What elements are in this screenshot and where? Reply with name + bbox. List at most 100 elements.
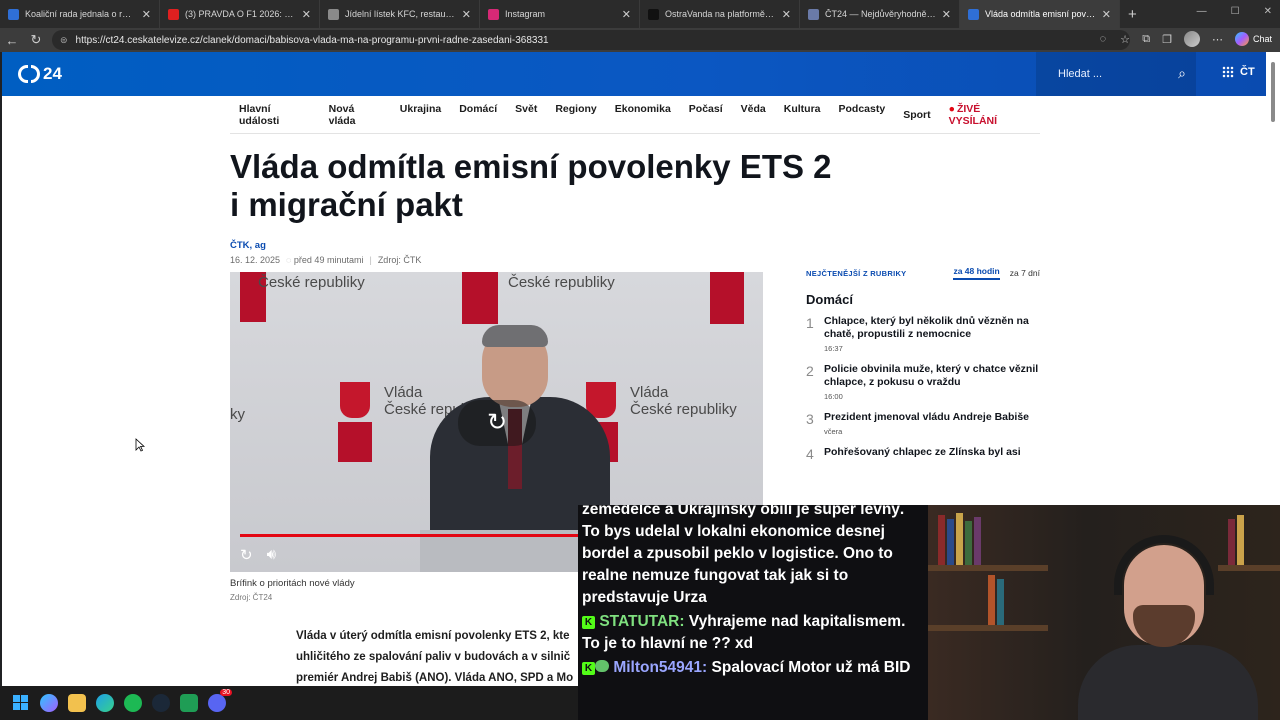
tab-title: Jídelní lístek KFC, restaurace, onlin — [345, 9, 456, 19]
video-controls: ↻ 🔊︎ — [240, 546, 276, 564]
browser-tab[interactable]: (3) PRAVDA O F1 2026: Kompletní ✕ — [160, 0, 320, 28]
tab-title: ČT24 — Nejdůvěryhodnější zprav — [825, 9, 936, 19]
copilot-chat-button[interactable]: Chat — [1234, 32, 1272, 46]
chat-message-text: Spalovací Motor už má BID — [711, 659, 911, 676]
more-menu-icon[interactable]: ⋯ — [1212, 33, 1223, 46]
ct-menu-button[interactable]: ČT — [1222, 66, 1255, 78]
nav-item[interactable]: Hlavní události — [230, 103, 320, 127]
browser-tab[interactable]: Jídelní lístek KFC, restaurace, onlin ✕ — [320, 0, 480, 28]
article-date: 16. 12. 2025 — [230, 255, 281, 265]
most-read-item[interactable]: 2 Policie obvinila muže, který v chatce v… — [806, 363, 1040, 401]
apps-grid-icon — [1222, 66, 1234, 78]
minimize-icon[interactable]: — — [1197, 6, 1207, 17]
nav-sport[interactable]: Sport — [894, 109, 939, 121]
tab-strip: Koaliční rada jednala o rozpočtu i✕(3) P… — [0, 0, 1280, 28]
close-tab-icon[interactable]: ✕ — [1102, 8, 1111, 21]
new-tab-button[interactable]: + — [1128, 6, 1137, 23]
close-tab-icon[interactable]: ✕ — [302, 8, 311, 21]
nav-item[interactable]: Regiony — [546, 103, 605, 127]
nav-item[interactable]: Věda — [732, 103, 775, 127]
most-read-item[interactable]: 3 Prezident jmenoval vládu Andreje Babiše… — [806, 411, 1040, 436]
file-explorer-icon[interactable] — [68, 694, 86, 712]
browser-toolbar: ← ↻ ⊜ https://ct24.ceskatelevize.cz/clan… — [0, 28, 1280, 52]
spotify-icon[interactable] — [124, 694, 142, 712]
toolbar-right: ⧉ ❐ ⋯ Chat — [1142, 31, 1272, 47]
item-title[interactable]: Chlapce, který byl několik dnů vězněn na… — [824, 315, 1040, 341]
tab-title: (3) PRAVDA O F1 2026: Kompletní — [185, 9, 296, 19]
maximize-icon[interactable]: ☐ — [1231, 6, 1240, 17]
site-info-icon[interactable]: ⊜ — [60, 35, 68, 46]
replay-overlay-icon[interactable]: ↻ — [458, 400, 536, 446]
backdrop-text: České republiky — [258, 274, 365, 291]
tab-title: Vláda odmítla emisní povolenky — [985, 9, 1096, 19]
url-text: https://ct24.ceskatelevize.cz/clanek/dom… — [75, 34, 549, 46]
site-search-input[interactable]: Hledat ... ⌕ — [1036, 52, 1196, 96]
discord-icon[interactable]: 30 — [208, 689, 232, 712]
close-tab-icon[interactable]: ✕ — [942, 8, 951, 21]
back-icon[interactable]: ← — [0, 33, 24, 48]
nav-item[interactable]: Počasí — [680, 103, 732, 127]
tab-title: OstraVanda na platformě X: „Filip — [665, 9, 776, 19]
tab-favicon-icon — [808, 8, 819, 20]
extensions-icon[interactable]: ⧉ — [1142, 33, 1150, 46]
reader-mode-icon[interactable]: ◌ — [1100, 33, 1107, 46]
nav-item[interactable]: Svět — [506, 103, 546, 127]
item-time: 16:00 — [824, 392, 843, 401]
taskbar: 30 — [0, 686, 578, 720]
nav-item[interactable]: Podcasty — [830, 103, 895, 127]
close-tab-icon[interactable]: ✕ — [782, 8, 791, 21]
nav-item[interactable]: Ukrajina — [391, 103, 450, 127]
item-title[interactable]: Policie obvinila muže, který v chatce vě… — [824, 363, 1040, 389]
close-tab-icon[interactable]: ✕ — [462, 8, 471, 21]
nav-item[interactable]: Kultura — [775, 103, 830, 127]
tab-favicon-icon — [168, 8, 179, 20]
profile-avatar[interactable] — [1183, 31, 1200, 47]
windows-start-icon[interactable] — [12, 694, 30, 712]
browser-tab[interactable]: Vláda odmítla emisní povolenky ✕ — [960, 0, 1120, 28]
scrollbar-thumb[interactable] — [1271, 62, 1275, 122]
steam-icon[interactable] — [152, 694, 170, 712]
chat-text: zemědělce a Ukrajinský obilí je super le… — [582, 505, 905, 518]
item-title[interactable]: Prezident jmenoval vládu Andreje Babiše — [824, 411, 1040, 424]
chat-username: STATUTAR: — [599, 613, 685, 630]
tab-7-days[interactable]: za 7 dní — [1010, 268, 1040, 278]
flag-banner — [462, 272, 498, 324]
close-tab-icon[interactable]: ✕ — [622, 8, 631, 21]
green-app-icon[interactable] — [180, 694, 198, 712]
copilot-icon[interactable] — [40, 694, 58, 712]
browser-tab[interactable]: ČT24 — Nejdůvěryhodnější zprav ✕ — [800, 0, 960, 28]
backdrop-text: ky — [230, 406, 245, 423]
nav-item[interactable]: Ekonomika — [606, 103, 680, 127]
browser-tab[interactable]: Koaliční rada jednala o rozpočtu i ✕ — [0, 0, 160, 28]
item-rank: 1 — [806, 315, 814, 331]
favorite-star-icon[interactable]: ☆ — [1120, 33, 1130, 46]
nav-item[interactable]: Nová vláda — [320, 103, 391, 127]
ct24-logo[interactable]: 24 — [18, 64, 62, 84]
item-title[interactable]: Pohřešovaný chlapec ze Zlínska byl asi — [824, 446, 1040, 459]
volume-icon[interactable]: 🔊︎ — [267, 546, 276, 564]
collections-icon[interactable]: ❐ — [1162, 33, 1172, 46]
tab-48-hours[interactable]: za 48 hodin — [953, 266, 1000, 280]
close-tab-icon[interactable]: ✕ — [142, 8, 151, 21]
live-dot-icon: ● — [948, 102, 955, 115]
item-time: 16:37 — [824, 344, 843, 353]
most-read-item[interactable]: 4 Pohřešovaný chlapec ze Zlínska byl asi — [806, 446, 1040, 462]
article-authors[interactable]: ČTK, ag — [230, 240, 266, 251]
browser-tab[interactable]: OstraVanda na platformě X: „Filip ✕ — [640, 0, 800, 28]
address-bar[interactable]: ⊜ https://ct24.ceskatelevize.cz/clanek/d… — [52, 30, 1130, 50]
stream-overlay: zemědělce a Ukrajinský obilí je super le… — [578, 505, 1280, 720]
browser-tab[interactable]: Instagram ✕ — [480, 0, 640, 28]
most-read-item[interactable]: 1 Chlapce, který byl několik dnů vězněn n… — [806, 315, 1040, 353]
nav-item[interactable]: Domácí — [450, 103, 506, 127]
search-icon[interactable]: ⌕ — [1178, 65, 1186, 82]
edge-icon[interactable] — [96, 694, 114, 712]
nav-items: Hlavní události Nová vláda Ukrajina Domácí S… — [230, 103, 894, 127]
kick-badge-icon: K — [582, 662, 595, 675]
tab-title: Koaliční rada jednala o rozpočtu i — [25, 9, 136, 19]
close-window-icon[interactable]: ✕ — [1264, 6, 1272, 17]
replay-icon[interactable]: ↻ — [240, 546, 253, 564]
clock-icon: ◌ — [286, 255, 292, 265]
most-read-list: 1 Chlapce, který byl několik dnů vězněn n… — [806, 315, 1040, 462]
nav-live[interactable]: ● ŽIVÉ VYSÍLÁNÍ — [940, 103, 1040, 127]
reload-icon[interactable]: ↻ — [24, 32, 48, 48]
